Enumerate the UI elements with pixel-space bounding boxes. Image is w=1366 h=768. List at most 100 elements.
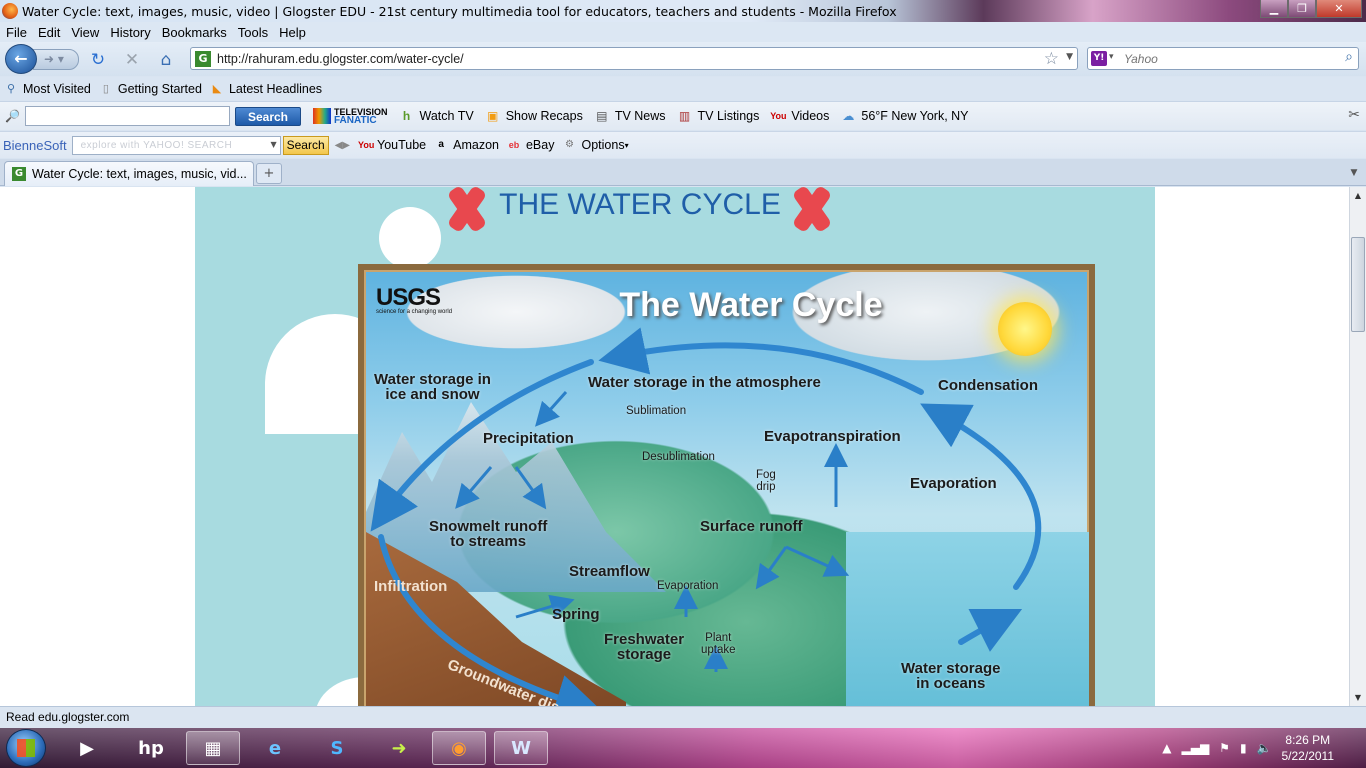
firefox-icon [2, 3, 18, 19]
new-tab-button[interactable]: + [256, 163, 282, 184]
file-explorer-icon[interactable]: ▦ [186, 731, 240, 765]
skype-icon[interactable]: S [310, 731, 364, 765]
internet-explorer-icon[interactable]: e [248, 731, 302, 765]
gear-icon: ⚙ [565, 139, 574, 150]
word-icon[interactable]: W [494, 731, 548, 765]
biennesoft-brand[interactable]: BienneSoft [3, 138, 67, 153]
url-text[interactable]: http://rahuram.edu.glogster.com/water-cy… [217, 52, 464, 66]
tv-toolbar-search-button[interactable]: Search [235, 106, 301, 126]
menu-help[interactable]: Help [279, 25, 306, 40]
bookmark-most-visited[interactable]: ⚲ Most Visited [4, 82, 91, 96]
water-cycle-image-frame[interactable]: USGS science for a changing world The Wat… [358, 264, 1095, 706]
start-button[interactable] [6, 729, 46, 767]
hp-icon[interactable]: hp [124, 731, 178, 765]
ocean-arrow [958, 608, 1023, 652]
label-ice-snow: Water storage in ice and snow [374, 371, 491, 403]
tv-toolbar: 🔎 Search TELEVISION FANATIC h Watch TV ▣ … [0, 101, 1366, 130]
maximize-button[interactable]: ❐ [1288, 0, 1316, 18]
scroll-up-icon[interactable]: ▲ [1350, 187, 1366, 204]
options-button[interactable]: ⚙ Options ▾ [562, 138, 629, 152]
search-icon[interactable]: ⌕ [1345, 49, 1353, 65]
scroll-thumb[interactable] [1351, 237, 1365, 332]
back-button[interactable]: ← [5, 44, 37, 74]
videos-button[interactable]: You Videos [769, 108, 829, 124]
tv-news-icon: ▤ [596, 109, 608, 123]
firefox-taskbar-icon[interactable]: ◉ [432, 731, 486, 765]
media-player-icon[interactable]: ▶ [60, 731, 114, 765]
amazon-button[interactable]: a Amazon [434, 138, 499, 152]
youtube-icon: You [358, 140, 375, 150]
list-all-tabs-icon[interactable]: ▼ [1346, 164, 1362, 182]
label-atmosphere: Water storage in the atmosphere [588, 374, 821, 391]
ebay-button[interactable]: eb eBay [507, 138, 555, 152]
battery-icon[interactable]: ▮ [1240, 741, 1247, 755]
minimize-button[interactable]: ▁ [1260, 0, 1288, 18]
page-title: THE WATER CYCLE [499, 188, 781, 221]
menu-history[interactable]: History [110, 25, 150, 40]
bookmarks-toolbar: ⚲ Most Visited ▯ Getting Started ◣ Lates… [0, 77, 1366, 100]
window-title-bar: Water Cycle: text, images, music, video … [0, 0, 1366, 22]
tab-strip: G Water Cycle: text, images, music, vid.… [0, 159, 1366, 186]
windows-taskbar: ▶ hp ▦ e S ➜ ◉ W ▲ ▂▄▆ ⚑ ▮ 🔈 8:26 PM 5/2… [0, 728, 1366, 768]
bookmark-getting-started[interactable]: ▯ Getting Started [99, 82, 202, 96]
tv-listings-button[interactable]: ▥ TV Listings [676, 108, 760, 124]
system-clock[interactable]: 8:26 PM 5/22/2011 [1282, 732, 1335, 764]
item-label: Amazon [453, 138, 499, 152]
stop-icon[interactable]: ✕ [122, 50, 142, 70]
tv-news-button[interactable]: ▤ TV News [593, 108, 665, 124]
web-search-box[interactable]: Y! ▾ ⌕ [1087, 47, 1359, 70]
decorative-circle [379, 207, 441, 269]
surface-runoff-arrow [755, 546, 788, 590]
menu-view[interactable]: View [71, 25, 99, 40]
system-tray: ▲ ▂▄▆ ⚑ ▮ 🔈 8:26 PM 5/22/2011 [1162, 728, 1366, 768]
most-visited-icon: ⚲ [6, 82, 16, 95]
volume-icon[interactable]: 🔈 [1257, 741, 1272, 755]
scroll-down-icon[interactable]: ▼ [1350, 689, 1366, 706]
toolbar-settings-icon[interactable]: ✂ [1348, 107, 1360, 123]
watch-tv-button[interactable]: h Watch TV [398, 108, 474, 124]
menu-file[interactable]: File [6, 25, 27, 40]
network-signal-icon[interactable]: ▂▄▆ [1181, 741, 1209, 755]
yahoo-engine-icon[interactable]: Y! [1091, 51, 1107, 66]
menu-edit[interactable]: Edit [38, 25, 60, 40]
url-bar[interactable]: G http://rahuram.edu.glogster.com/water-… [190, 47, 1078, 70]
television-fanatic-logo[interactable]: TELEVISION FANATIC [313, 107, 388, 125]
reload-icon[interactable]: ↻ [88, 50, 108, 70]
home-icon[interactable]: ⌂ [156, 50, 176, 70]
tv-toolbar-search-input[interactable] [25, 106, 230, 126]
red-x-decoration-icon [790, 187, 834, 233]
page-viewport[interactable]: THE WATER CYCLE USGS science for a chang… [0, 187, 1349, 706]
show-hidden-icons-icon[interactable]: ▲ [1162, 741, 1171, 755]
menu-bookmarks[interactable]: Bookmarks [162, 25, 227, 40]
label-sublimation: Sublimation [626, 405, 687, 417]
web-search-input[interactable] [1124, 50, 1324, 67]
engine-dropdown-icon[interactable]: ▾ [1109, 52, 1114, 62]
menu-bar: File Edit View History Bookmarks Tools H… [0, 22, 1366, 42]
tv-listings-icon: ▥ [678, 109, 691, 123]
vertical-scrollbar[interactable]: ▲ ▼ [1349, 187, 1366, 706]
label-evaporation-small: Evaporation [657, 580, 719, 592]
label-freshwater-storage: Freshwater storage [604, 631, 685, 663]
show-recaps-button[interactable]: ▣ Show Recaps [484, 108, 583, 124]
yahoo-search-field[interactable]: explore with YAHOO! SEARCH ▼ [71, 135, 281, 155]
toolbar-separator-icon: ◀▶ [334, 139, 350, 151]
clock-date: 5/22/2011 [1281, 749, 1335, 763]
clock-time: 8:26 PM [1285, 733, 1331, 747]
amazon-icon: a [438, 139, 444, 150]
menu-tools[interactable]: Tools [238, 25, 268, 40]
forward-button[interactable]: ➜ ▾ [33, 49, 79, 70]
bookmark-star-icon[interactable]: ☆ [1044, 49, 1059, 69]
yahoo-search-button[interactable]: Search [282, 135, 329, 155]
tab-water-cycle[interactable]: G Water Cycle: text, images, music, vid.… [4, 161, 254, 186]
close-button[interactable]: ✕ [1316, 0, 1362, 18]
url-dropdown-icon[interactable]: ▼ [1066, 52, 1073, 62]
arrow-app-icon[interactable]: ➜ [372, 731, 426, 765]
label-infiltration: Infiltration [374, 578, 448, 595]
youtube-button[interactable]: You YouTube [358, 138, 426, 152]
precipitation-arrow [514, 466, 547, 510]
action-center-flag-icon[interactable]: ⚑ [1219, 741, 1230, 755]
weather-button[interactable]: ☁ 56°F New York, NY [839, 108, 968, 124]
item-label: TV Listings [697, 109, 760, 123]
yahoo-dropdown-icon[interactable]: ▼ [270, 140, 276, 149]
bookmark-latest-headlines[interactable]: ◣ Latest Headlines [210, 82, 322, 96]
